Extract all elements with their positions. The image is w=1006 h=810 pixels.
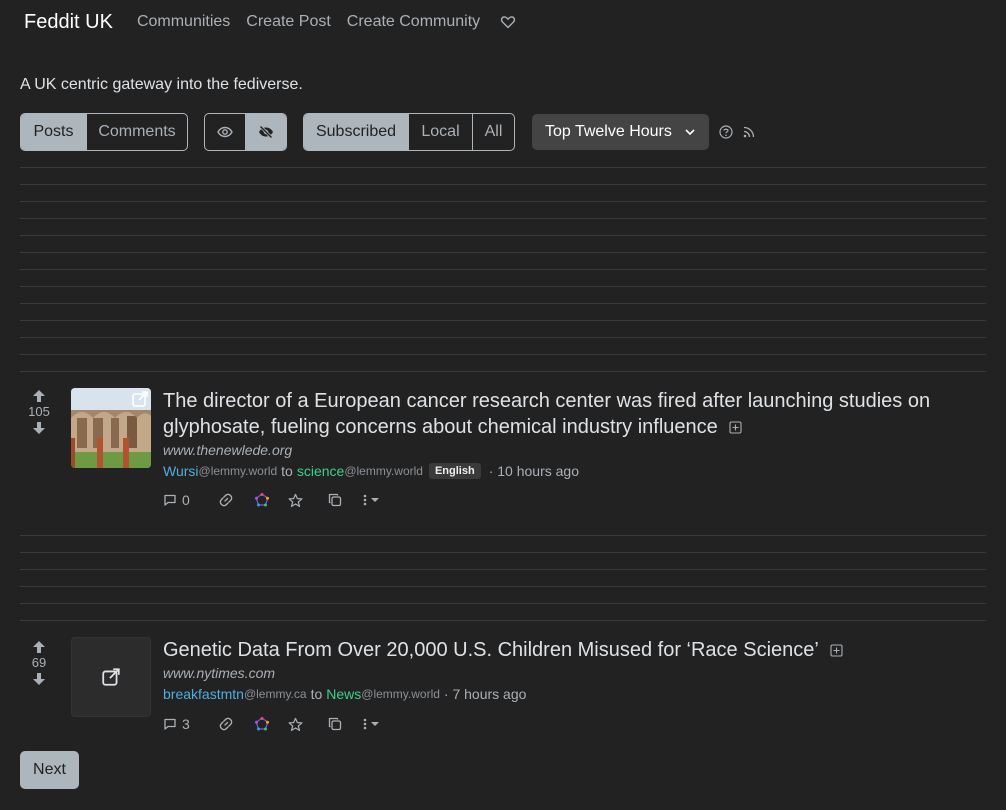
- posts-toggle-button[interactable]: Posts: [21, 114, 87, 150]
- post-author[interactable]: Wursi: [163, 463, 199, 479]
- sort-label: Top Twelve Hours: [545, 123, 672, 140]
- comments-button[interactable]: 3: [163, 716, 190, 732]
- post-thumbnail-link[interactable]: [71, 637, 151, 717]
- listing-type-toggle: Subscribed Local All: [303, 113, 515, 151]
- external-link-icon[interactable]: [131, 390, 149, 408]
- post-listing: 69 Genetic Data From Over 20,000 U.S. Ch…: [20, 637, 986, 742]
- post-type-toggle: Posts Comments: [20, 113, 188, 151]
- chevron-down-icon: [685, 129, 695, 136]
- more-actions-button[interactable]: [362, 493, 379, 507]
- help-icon[interactable]: [719, 125, 733, 139]
- post-actions: 0: [163, 492, 379, 508]
- downvote-arrow-icon[interactable]: [31, 671, 47, 687]
- post-domain[interactable]: www.thenewlede.org: [163, 442, 292, 458]
- comment-icon: [164, 494, 176, 506]
- expand-plus-icon[interactable]: [830, 644, 843, 657]
- heart-icon[interactable]: [500, 14, 516, 30]
- external-link-icon: [102, 668, 120, 686]
- post-community[interactable]: News: [326, 686, 361, 702]
- language-badge: English: [428, 463, 481, 479]
- crosspost-icon[interactable]: [328, 717, 342, 731]
- comment-icon: [164, 718, 176, 730]
- post-time: · 7 hours ago: [443, 686, 527, 702]
- site-tagline: A UK centric gateway into the fediverse.: [20, 76, 303, 93]
- crosspost-icon[interactable]: [328, 493, 342, 507]
- all-button[interactable]: All: [473, 114, 514, 150]
- to-label: to: [310, 686, 323, 702]
- hide-read-button[interactable]: [246, 114, 286, 150]
- post-title-link[interactable]: The director of a European cancer resear…: [163, 388, 953, 440]
- more-vertical-icon: [363, 718, 367, 730]
- navbar: Feddit UK Communities Create Post Create…: [24, 10, 516, 34]
- star-icon[interactable]: [288, 717, 303, 732]
- more-actions-button[interactable]: [362, 717, 379, 731]
- link-icon[interactable]: [218, 492, 234, 508]
- vote-column: 69: [20, 639, 58, 687]
- comment-count: 3: [182, 716, 190, 732]
- site-brand[interactable]: Feddit UK: [24, 11, 113, 34]
- rss-icon[interactable]: [743, 126, 755, 138]
- post-community[interactable]: science: [297, 463, 344, 479]
- caret-down-icon: [370, 722, 379, 726]
- post-domain[interactable]: www.nytimes.com: [163, 665, 275, 681]
- nav-create-post[interactable]: Create Post: [246, 13, 330, 31]
- post-author[interactable]: breakfastmtn: [163, 686, 244, 702]
- post-meta: Wursi @lemmy.world to science @lemmy.wor…: [163, 463, 579, 479]
- post-score: 69: [31, 655, 47, 670]
- community-instance: @lemmy.world: [344, 464, 423, 478]
- local-button[interactable]: Local: [409, 114, 473, 150]
- sort-dropdown[interactable]: Top Twelve Hours: [532, 114, 709, 150]
- nav-communities[interactable]: Communities: [137, 13, 230, 31]
- author-instance: @lemmy.world: [198, 464, 278, 478]
- vote-column: 105: [20, 388, 58, 436]
- more-vertical-icon: [363, 494, 367, 506]
- fediverse-icon[interactable]: [254, 717, 269, 731]
- post-title-link[interactable]: Genetic Data From Over 20,000 U.S. Child…: [163, 637, 953, 663]
- community-instance: @lemmy.world: [361, 687, 440, 701]
- to-label: to: [281, 463, 293, 479]
- fediverse-icon[interactable]: [254, 493, 269, 507]
- eye-slash-icon: [259, 125, 273, 139]
- post-actions: 3: [163, 716, 379, 732]
- comment-count: 0: [182, 492, 190, 508]
- downvote-arrow-icon[interactable]: [31, 420, 47, 436]
- author-instance: @lemmy.ca: [243, 687, 307, 701]
- post-title: Genetic Data From Over 20,000 U.S. Child…: [163, 639, 819, 661]
- comments-button[interactable]: 0: [163, 492, 190, 508]
- post-time: · 10 hours ago: [488, 463, 579, 479]
- post-thumbnail[interactable]: [71, 388, 151, 468]
- post-meta: breakfastmtn @lemmy.ca to News @lemmy.wo…: [163, 686, 526, 702]
- post-title: The director of a European cancer resear…: [163, 390, 931, 438]
- upvote-arrow-icon[interactable]: [31, 388, 47, 404]
- show-read-button[interactable]: [205, 114, 246, 150]
- next-page-button[interactable]: Next: [20, 751, 79, 789]
- post-listing: 105 The director of a European cancer re…: [20, 388, 986, 518]
- post-score: 105: [28, 404, 50, 419]
- star-icon[interactable]: [288, 493, 303, 508]
- visibility-toggle: [204, 113, 287, 151]
- comments-toggle-button[interactable]: Comments: [87, 114, 187, 150]
- nav-create-community[interactable]: Create Community: [347, 13, 480, 31]
- expand-plus-icon[interactable]: [729, 421, 742, 434]
- eye-icon: [217, 126, 233, 138]
- upvote-arrow-icon[interactable]: [31, 639, 47, 655]
- link-icon[interactable]: [218, 716, 234, 732]
- subscribed-button[interactable]: Subscribed: [304, 114, 409, 150]
- caret-down-icon: [370, 498, 379, 502]
